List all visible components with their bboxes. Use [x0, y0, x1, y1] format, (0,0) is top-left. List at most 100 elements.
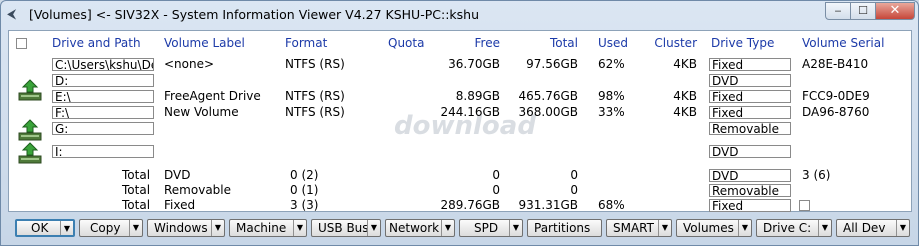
- column-total[interactable]: Total: [509, 36, 578, 50]
- used-percent: 33%: [598, 105, 625, 119]
- button-label: USB Bus: [318, 221, 369, 235]
- drive-type-box[interactable]: Fixed: [709, 106, 791, 119]
- button-label: SPD: [474, 221, 499, 235]
- used-percent: 62%: [598, 57, 625, 71]
- spd-button[interactable]: SPD ▼: [459, 219, 523, 237]
- volume-serial: DA96-8760: [802, 105, 870, 119]
- minimize-button[interactable]: ‒: [825, 2, 851, 20]
- ok-button[interactable]: OK ▼: [15, 219, 75, 237]
- drive-path-e[interactable]: E:\: [52, 90, 154, 103]
- volumes-button[interactable]: Volumes ▼: [676, 219, 752, 237]
- total-space: 465.76GB: [518, 89, 578, 103]
- cluster-size: 4KB: [673, 89, 697, 103]
- volume-label: New Volume: [164, 105, 239, 119]
- select-all-checkbox[interactable]: [16, 38, 27, 49]
- button-label: SMART: [613, 221, 654, 235]
- total-total: 931.31GB: [518, 198, 578, 212]
- drive-path-g[interactable]: G:: [52, 122, 154, 135]
- total-free: 0: [492, 168, 500, 182]
- total-label: Total: [122, 198, 151, 212]
- button-label: All Dev: [843, 221, 886, 235]
- column-drive-path[interactable]: Drive and Path: [52, 36, 141, 50]
- drive-type-box[interactable]: DVD: [709, 145, 791, 158]
- total-free: 289.76GB: [440, 198, 500, 212]
- dropdown-arrow-icon[interactable]: ▼: [509, 220, 522, 236]
- machine-button[interactable]: Machine ▼: [229, 219, 307, 237]
- dropdown-arrow-icon[interactable]: ▼: [211, 220, 224, 236]
- volumes-panel: download Drive and Path Volume Label For…: [8, 30, 912, 212]
- fixed-checkbox[interactable]: [799, 200, 810, 211]
- button-label: Drive C:: [763, 221, 812, 235]
- volume-label: <none>: [164, 57, 215, 71]
- button-label: Windows: [154, 221, 208, 235]
- total-count: 0 (2): [290, 168, 319, 182]
- button-label: Volumes: [683, 221, 734, 235]
- drive-type-box[interactable]: Fixed: [709, 199, 791, 212]
- total-total: 0: [570, 183, 578, 197]
- volume-serial: FCC9-0DE9: [802, 89, 870, 103]
- network-drive-icon: [18, 119, 42, 141]
- column-quota[interactable]: Quota: [388, 36, 424, 50]
- free-space: 8.89GB: [455, 89, 500, 103]
- dropdown-arrow-icon[interactable]: ▼: [129, 220, 142, 236]
- main-window: ⮜ [Volumes] <- SIV32X - System Informati…: [0, 0, 919, 246]
- total-kind: Fixed: [164, 198, 196, 212]
- partitions-button[interactable]: Partitions: [527, 219, 602, 237]
- drive-path-c[interactable]: C:\Users\kshu\Des: [52, 58, 154, 71]
- window-title: [Volumes] <- SIV32X - System Information…: [29, 7, 479, 22]
- column-volume-label[interactable]: Volume Label: [164, 36, 245, 50]
- smart-button[interactable]: SMART ▼: [606, 219, 672, 237]
- maximize-button[interactable]: ☐: [850, 2, 876, 20]
- drive-type-box[interactable]: Fixed: [709, 58, 791, 71]
- column-format[interactable]: Format: [285, 36, 327, 50]
- dropdown-arrow-icon[interactable]: ▼: [818, 220, 831, 236]
- button-label: OK: [31, 221, 49, 235]
- usb-bus-button[interactable]: USB Bus ▼: [311, 219, 381, 237]
- total-kind: DVD: [164, 168, 191, 182]
- close-button[interactable]: ✕: [875, 2, 915, 20]
- total-total: 0: [570, 168, 578, 182]
- total-count: 0 (1): [290, 183, 319, 197]
- drive-type-box[interactable]: DVD: [709, 74, 791, 87]
- used-percent: 98%: [598, 89, 625, 103]
- dropdown-arrow-icon[interactable]: ▼: [60, 221, 73, 235]
- drive-type-box[interactable]: Removable: [709, 122, 791, 135]
- drive-type-box[interactable]: Removable: [709, 184, 791, 197]
- total-space: 97.56GB: [526, 57, 578, 71]
- column-free[interactable]: Free: [439, 36, 500, 50]
- total-used: 68%: [598, 198, 625, 212]
- button-label: Partitions: [534, 221, 591, 235]
- drive-c-button[interactable]: Drive C: ▼: [756, 219, 832, 237]
- column-volume-serial[interactable]: Volume Serial: [802, 36, 884, 50]
- drive-type-box[interactable]: Fixed: [709, 90, 791, 103]
- title-bar[interactable]: ⮜ [Volumes] <- SIV32X - System Informati…: [1, 1, 918, 29]
- column-used[interactable]: Used: [598, 36, 628, 50]
- free-space: 244.16GB: [440, 105, 500, 119]
- dropdown-arrow-icon[interactable]: ▼: [738, 220, 751, 236]
- app-icon[interactable]: ⮜: [7, 7, 23, 23]
- drive-path-f[interactable]: F:\: [52, 106, 154, 119]
- network-button[interactable]: Network ▼: [385, 219, 455, 237]
- total-label: Total: [122, 168, 151, 182]
- drive-type-box[interactable]: DVD: [709, 169, 791, 182]
- copy-button[interactable]: Copy ▼: [79, 219, 143, 237]
- dropdown-arrow-icon[interactable]: ▼: [293, 220, 306, 236]
- windows-button[interactable]: Windows ▼: [147, 219, 225, 237]
- dropdown-arrow-icon[interactable]: ▼: [441, 220, 454, 236]
- total-serial: 3 (6): [802, 168, 831, 182]
- dropdown-arrow-icon[interactable]: ▼: [896, 220, 909, 236]
- format: NTFS (RS): [285, 57, 345, 71]
- dropdown-arrow-icon[interactable]: ▼: [367, 220, 380, 236]
- network-drive-icon: [18, 79, 42, 101]
- button-label: Copy: [90, 221, 121, 235]
- drive-path-i[interactable]: I:: [52, 145, 154, 158]
- free-space: 36.70GB: [448, 57, 500, 71]
- cluster-size: 4KB: [673, 57, 697, 71]
- button-label: Machine: [236, 221, 287, 235]
- column-cluster[interactable]: Cluster: [639, 36, 697, 50]
- all-dev-button[interactable]: All Dev ▼: [836, 219, 910, 237]
- drive-path-d[interactable]: D:: [52, 74, 154, 87]
- column-drive-type[interactable]: Drive Type: [711, 36, 774, 50]
- dropdown-arrow-icon[interactable]: ▼: [658, 220, 671, 236]
- volume-serial: A28E-B410: [802, 57, 869, 71]
